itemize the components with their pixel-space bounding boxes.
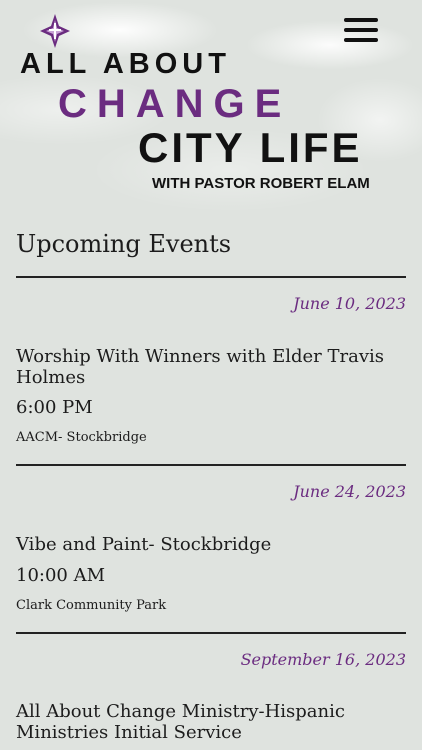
divider (16, 464, 406, 466)
divider (16, 632, 406, 634)
event-title[interactable]: Worship With Winners with Elder Travis H… (16, 346, 396, 388)
hamburger-menu-icon[interactable] (344, 18, 378, 46)
section-title: Upcoming Events (16, 230, 232, 258)
event-time: 10:00 AM (16, 565, 106, 586)
event-date: June 10, 2023 (293, 294, 406, 313)
event-title[interactable]: Vibe and Paint- Stockbridge (16, 534, 396, 555)
menu-bar (344, 18, 378, 22)
event-venue: AACM- Stockbridge (16, 430, 147, 445)
brand-title-line3: CITY LIFE (138, 124, 363, 171)
menu-bar (344, 38, 378, 42)
brand-subtitle: WITH PASTOR ROBERT ELAM (152, 175, 370, 192)
menu-bar (344, 28, 378, 32)
divider (16, 276, 406, 278)
brand-title-line1: ALL ABOUT (20, 48, 231, 80)
cross-star-icon (40, 14, 70, 48)
brand-title-line2: CHANGE (58, 82, 292, 126)
event-date: June 24, 2023 (293, 482, 406, 501)
event-title[interactable]: All About Change Ministry-Hispanic Minis… (16, 701, 396, 743)
event-date: September 16, 2023 (240, 650, 406, 669)
event-venue: Clark Community Park (16, 598, 167, 613)
event-time: 6:00 PM (16, 397, 93, 418)
